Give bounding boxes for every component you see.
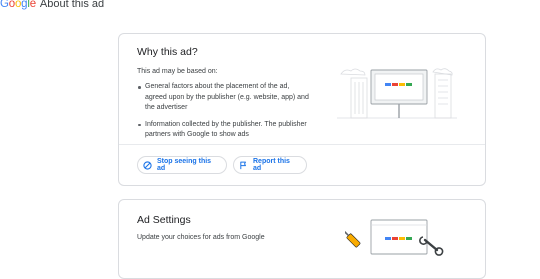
card-title: Why this ad? [137, 46, 198, 58]
ad-settings-card: Ad Settings Update your choices for ads … [118, 199, 486, 279]
why-this-ad-card: Why this ad? This ad may be based on: Ge… [118, 33, 486, 186]
flag-icon [239, 161, 248, 170]
page-title: About this ad [39, 0, 105, 10]
tools-illustration [345, 219, 444, 256]
billboard-illustration [337, 68, 457, 119]
report-ad-button[interactable]: Report this ad [233, 156, 307, 174]
list-item: General factors about the placement of t… [137, 82, 309, 114]
reasons-list: General factors about the placement of t… [137, 82, 309, 147]
logo-letter: G [0, 0, 9, 10]
logo-letter: e [29, 0, 36, 10]
report-ad-label: Report this ad [253, 158, 290, 172]
header: Google About this ad [0, 0, 104, 12]
settings-subtitle: Update your choices for ads from Google [137, 234, 265, 241]
list-item: Information collected by the publisher. … [137, 120, 309, 141]
intro-text: This ad may be based on: [137, 68, 218, 75]
stop-seeing-ad-button[interactable]: Stop seeing this ad [137, 156, 227, 174]
google-logo: Google [0, 0, 36, 10]
divider [119, 144, 485, 145]
block-icon [143, 160, 152, 170]
card-title: Ad Settings [137, 214, 191, 226]
stop-seeing-ad-label: Stop seeing this ad [157, 158, 212, 172]
